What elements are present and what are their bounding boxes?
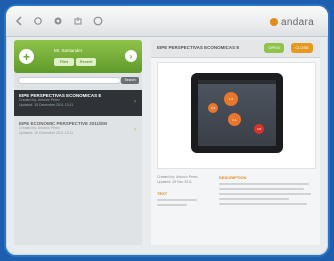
open-button[interactable]: OPEN — [264, 43, 284, 53]
brand-dot-icon — [270, 18, 279, 26]
chart-bubble: 2.1 — [228, 113, 241, 126]
chart-bubble: 0.3 — [208, 103, 218, 113]
app-window: andara + Mr. Santander Files Recent › ⌕ … — [6, 6, 328, 255]
chart-bubble: 0.8 — [254, 124, 264, 134]
document-detail-pane: EIPE PERSPECTIVAS ECONOMICAS E OPEN CLOS… — [151, 40, 320, 245]
search-button[interactable]: Search — [121, 77, 139, 84]
document-details: Created by: Antonio Pérez Updated: 15 De… — [157, 175, 314, 240]
text-placeholder-line — [157, 199, 197, 201]
back-icon[interactable] — [14, 15, 26, 27]
tablet-screen: 0.3 1.5 2.1 0.8 — [198, 80, 276, 146]
description-heading: DESCRIPTION — [219, 175, 247, 180]
list-item[interactable]: EIPE PERSPECTIVAS ECONOMICAS E Created b… — [14, 90, 142, 116]
help-icon[interactable] — [92, 15, 104, 27]
text-placeholder-line — [219, 198, 289, 200]
screen-status-bar — [198, 80, 276, 84]
detail-title: EIPE PERSPECTIVAS ECONOMICAS E — [157, 45, 240, 50]
document-preview[interactable]: 0.3 1.5 2.1 0.8 — [157, 62, 316, 169]
list-item-updated: Updated: 15 December 2011 13:11 — [19, 103, 74, 107]
search-input[interactable] — [18, 77, 121, 84]
refresh-icon[interactable] — [32, 15, 44, 27]
details-meta: Created by: Antonio Pérez Updated: 15 De… — [157, 175, 215, 240]
segment-files[interactable]: Files — [54, 58, 74, 66]
text-placeholder-line — [219, 188, 304, 190]
text-placeholder-line — [219, 193, 311, 195]
chart-bubble: 1.5 — [224, 92, 238, 106]
chevron-right-icon: › — [134, 127, 136, 133]
user-name: Mr. Santander — [54, 48, 83, 53]
detail-updated: Updated: 15 Dec 2011 — [157, 180, 192, 184]
top-toolbar: andara — [6, 6, 328, 37]
chevron-right-icon[interactable]: › — [125, 50, 137, 62]
list-item[interactable]: EIPE ECONOMIC PERSPECTIVE 2011/EM Create… — [14, 118, 142, 144]
add-icon[interactable]: + — [19, 49, 34, 64]
document-list-pane: + Mr. Santander Files Recent › ⌕ Search … — [14, 40, 142, 245]
text-placeholder-line — [219, 183, 309, 185]
segment-control: Files Recent — [54, 58, 96, 66]
tablet-image: 0.3 1.5 2.1 0.8 — [191, 73, 283, 153]
segment-recent[interactable]: Recent — [76, 58, 96, 66]
user-card: + Mr. Santander Files Recent › — [14, 40, 142, 73]
details-description: DESCRIPTION — [219, 175, 314, 240]
text-placeholder-line — [157, 204, 187, 206]
settings-icon[interactable] — [52, 15, 64, 27]
list-item-updated: Updated: 15 December 2011 13:11 — [19, 131, 74, 135]
brand-logo: andara — [270, 15, 314, 29]
chevron-right-icon: › — [134, 99, 136, 105]
detail-header: EIPE PERSPECTIVAS ECONOMICAS E OPEN CLOS… — [151, 40, 320, 58]
text-placeholder-line — [219, 203, 307, 205]
brand-name: andara — [281, 16, 314, 28]
share-icon[interactable] — [72, 15, 84, 27]
detail-file-label: TEXT — [157, 191, 168, 196]
close-button[interactable]: CLOSE — [291, 43, 313, 53]
